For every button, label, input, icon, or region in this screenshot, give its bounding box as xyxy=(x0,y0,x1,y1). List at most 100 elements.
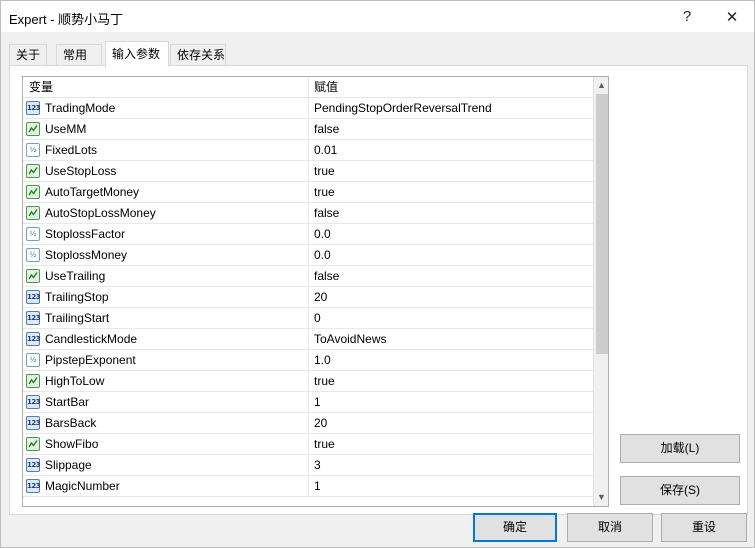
parameter-value[interactable]: false xyxy=(314,119,339,139)
help-button[interactable]: ? xyxy=(665,1,709,32)
tab-dependencies[interactable]: 依存关系 xyxy=(170,44,226,66)
parameter-name-cell[interactable]: ShowFibo xyxy=(23,434,308,454)
parameter-value[interactable]: false xyxy=(314,203,339,223)
table-row[interactable]: UseStopLoss true xyxy=(23,161,593,182)
parameter-value[interactable]: 1 xyxy=(314,392,321,412)
parameter-value[interactable]: 3 xyxy=(314,455,321,475)
int-icon: 123 xyxy=(26,101,41,115)
column-divider[interactable] xyxy=(308,77,309,98)
parameter-value[interactable]: true xyxy=(314,161,335,181)
parameter-name-cell[interactable]: 123 TrailingStart xyxy=(23,308,308,328)
table-row[interactable]: ½ FixedLots 0.01 xyxy=(23,140,593,161)
bool-icon xyxy=(26,122,40,136)
table-row[interactable]: AutoTargetMoney true xyxy=(23,182,593,203)
parameter-name: TrailingStop xyxy=(45,290,109,304)
parameter-name-cell[interactable]: UseMM xyxy=(23,119,308,139)
parameter-name: CandlestickMode xyxy=(45,332,138,346)
column-divider xyxy=(308,119,309,139)
parameter-name-cell[interactable]: ½ StoplossFactor xyxy=(23,224,308,244)
parameter-name: AutoTargetMoney xyxy=(45,185,140,199)
scroll-down-arrow-icon[interactable]: ▼ xyxy=(594,489,608,506)
column-divider xyxy=(308,329,309,349)
table-row[interactable]: HighToLow true xyxy=(23,371,593,392)
parameter-value[interactable]: 1 xyxy=(314,476,321,496)
parameter-name-cell[interactable]: AutoStopLossMoney xyxy=(23,203,308,223)
column-header-value[interactable]: 赋值 xyxy=(314,77,338,98)
window-title: Expert - 顺势小马丁 xyxy=(9,12,124,27)
table-row[interactable]: ½ StoplossFactor 0.0 xyxy=(23,224,593,245)
column-divider xyxy=(308,266,309,286)
table-row[interactable]: 123 TrailingStart 0 xyxy=(23,308,593,329)
parameter-value[interactable]: 1.0 xyxy=(314,350,331,370)
table-row[interactable]: 123 BarsBack 20 xyxy=(23,413,593,434)
scroll-up-arrow-icon[interactable]: ▲ xyxy=(594,77,608,94)
parameter-name-cell[interactable]: 123 BarsBack xyxy=(23,413,308,433)
table-row[interactable]: ½ PipstepExponent 1.0 xyxy=(23,350,593,371)
parameter-name-cell[interactable]: 123 MagicNumber xyxy=(23,476,308,496)
reset-button[interactable]: 重设 xyxy=(661,513,747,542)
cancel-button[interactable]: 取消 xyxy=(567,513,653,542)
table-row[interactable]: UseTrailing false xyxy=(23,266,593,287)
parameter-value[interactable]: ToAvoidNews xyxy=(314,329,386,349)
parameter-name-cell[interactable]: ½ FixedLots xyxy=(23,140,308,160)
tab-inputs[interactable]: 输入参数 xyxy=(105,41,169,67)
parameter-name-cell[interactable]: 123 CandlestickMode xyxy=(23,329,308,349)
parameter-name-cell[interactable]: ½ StoplossMoney xyxy=(23,245,308,265)
parameter-value[interactable]: 0 xyxy=(314,308,321,328)
save-button[interactable]: 保存(S) xyxy=(620,476,740,505)
ok-button[interactable]: 确定 xyxy=(473,513,557,542)
table-row[interactable]: UseMM false xyxy=(23,119,593,140)
load-button[interactable]: 加载(L) xyxy=(620,434,740,463)
parameter-value[interactable]: 20 xyxy=(314,287,327,307)
title-bar[interactable]: Expert - 顺势小马丁 ? ✕ xyxy=(1,1,754,32)
vertical-scrollbar[interactable]: ▲ ▼ xyxy=(593,77,608,506)
parameter-name-cell[interactable]: 123 TradingMode xyxy=(23,98,308,118)
parameter-name-cell[interactable]: UseStopLoss xyxy=(23,161,308,181)
tab-about[interactable]: 关于 xyxy=(9,44,47,66)
parameter-value[interactable]: 0.0 xyxy=(314,245,331,265)
bool-icon xyxy=(26,164,40,178)
parameter-value[interactable]: PendingStopOrderReversalTrend xyxy=(314,98,492,118)
parameter-name: MagicNumber xyxy=(45,479,120,493)
table-row[interactable]: 123 TradingMode PendingStopOrderReversalTr… xyxy=(23,98,593,119)
table-row[interactable]: AutoStopLossMoney false xyxy=(23,203,593,224)
int-icon: 123 xyxy=(26,311,41,325)
column-divider xyxy=(308,308,309,328)
table-row[interactable]: ShowFibo true xyxy=(23,434,593,455)
close-button[interactable]: ✕ xyxy=(710,1,754,32)
double-icon: ½ xyxy=(26,248,40,262)
parameter-name: FixedLots xyxy=(45,143,98,157)
parameter-name: StoplossMoney xyxy=(45,248,128,262)
parameter-value[interactable]: true xyxy=(314,182,335,202)
parameter-name-cell[interactable]: 123 Slippage xyxy=(23,455,308,475)
parameter-name-cell[interactable]: HighToLow xyxy=(23,371,308,391)
table-row[interactable]: 123 StartBar 1 xyxy=(23,392,593,413)
parameter-name: Slippage xyxy=(45,458,92,472)
table-row[interactable]: 123 CandlestickMode ToAvoidNews xyxy=(23,329,593,350)
int-icon: 123 xyxy=(26,479,41,493)
column-header-variable[interactable]: 变量 xyxy=(29,77,53,98)
parameter-name-cell[interactable]: UseTrailing xyxy=(23,266,308,286)
parameter-value[interactable]: 0.0 xyxy=(314,224,331,244)
parameter-name: UseTrailing xyxy=(45,269,106,283)
parameter-value[interactable]: 20 xyxy=(314,413,327,433)
parameter-value[interactable]: true xyxy=(314,434,335,454)
table-row[interactable]: 123 TrailingStop 20 xyxy=(23,287,593,308)
parameter-name-cell[interactable]: 123 StartBar xyxy=(23,392,308,412)
parameter-name-cell[interactable]: 123 TrailingStop xyxy=(23,287,308,307)
parameter-name: StoplossFactor xyxy=(45,227,126,241)
bool-icon xyxy=(26,206,40,220)
column-divider xyxy=(308,350,309,370)
parameter-name-cell[interactable]: AutoTargetMoney xyxy=(23,182,308,202)
table-row[interactable]: 123 Slippage 3 xyxy=(23,455,593,476)
parameter-value[interactable]: 0.01 xyxy=(314,140,337,160)
parameter-name-cell[interactable]: ½ PipstepExponent xyxy=(23,350,308,370)
scrollbar-thumb[interactable] xyxy=(596,94,608,354)
table-row[interactable]: 123 MagicNumber 1 xyxy=(23,476,593,497)
table-row[interactable]: ½ StoplossMoney 0.0 xyxy=(23,245,593,266)
tab-common[interactable]: 常用 xyxy=(56,44,102,66)
parameter-value[interactable]: false xyxy=(314,266,339,286)
tab-panel: 变量 赋值 123 TradingMode PendingStopOrderReve… xyxy=(9,65,748,515)
parameter-value[interactable]: true xyxy=(314,371,335,391)
parameter-name: StartBar xyxy=(45,395,90,409)
